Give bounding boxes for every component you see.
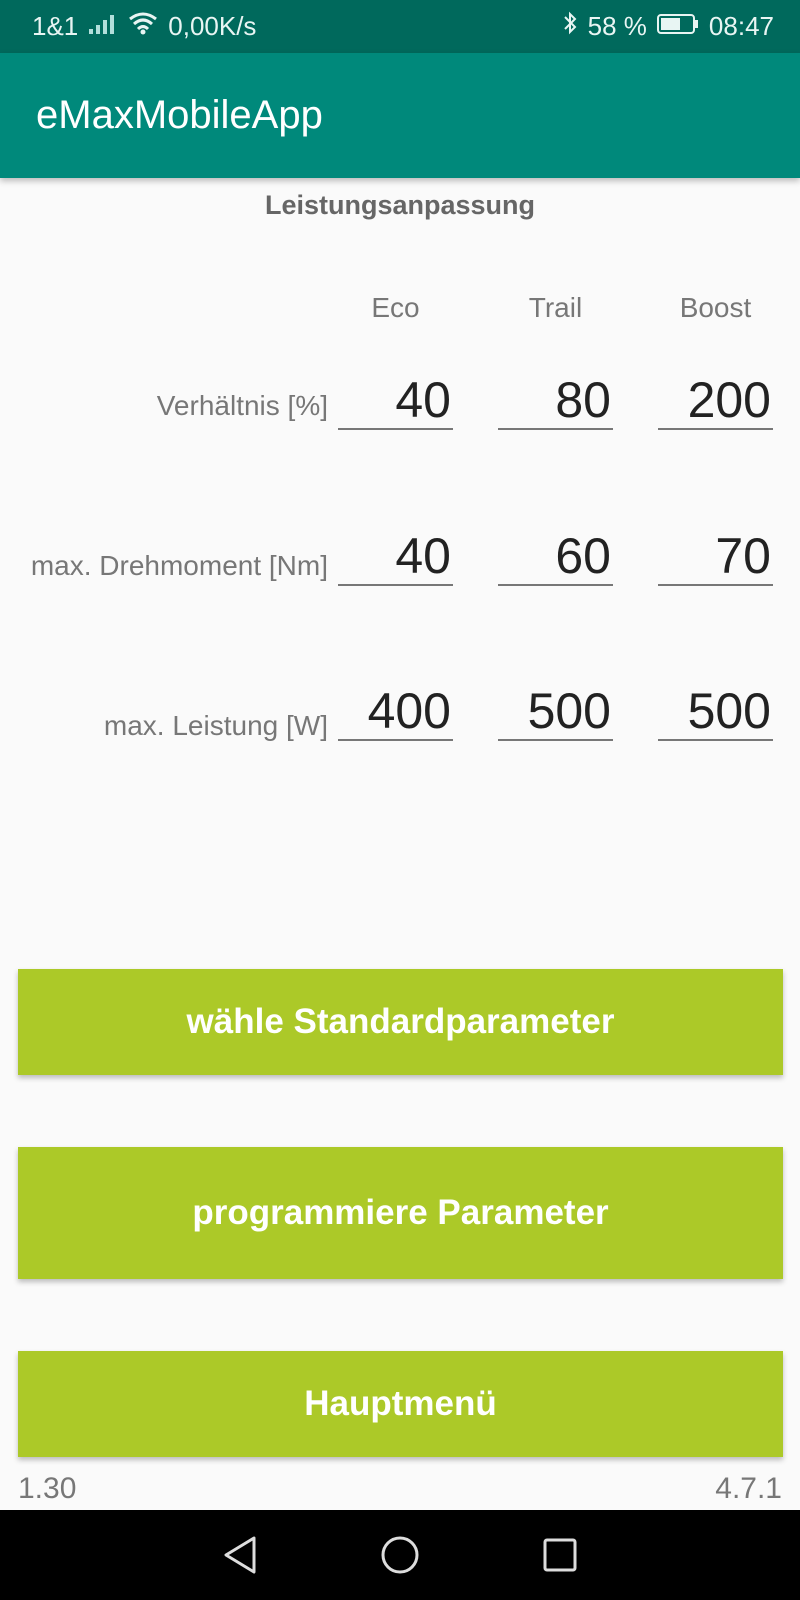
main-menu-label: Hauptmenü bbox=[304, 1384, 497, 1423]
column-header-trail: Trail bbox=[528, 292, 583, 323]
wifi-icon bbox=[128, 11, 158, 42]
torque-eco-input[interactable]: 40 bbox=[338, 528, 453, 586]
bluetooth-icon bbox=[562, 11, 578, 42]
power-eco-input[interactable]: 400 bbox=[338, 683, 453, 741]
row-label-torque: max. Drehmoment [Nm] bbox=[30, 550, 328, 581]
program-parameters-button[interactable]: programmiere Parameter bbox=[18, 1147, 783, 1279]
recents-square-icon bbox=[543, 1538, 577, 1572]
battery-icon bbox=[656, 11, 699, 42]
program-parameters-label: programmiere Parameter bbox=[192, 1193, 609, 1232]
signal-icon bbox=[88, 11, 118, 42]
home-button[interactable] bbox=[375, 1530, 425, 1580]
row-label-power: max. Leistung [W] bbox=[103, 710, 328, 741]
power-boost-input[interactable]: 500 bbox=[658, 683, 773, 741]
carrier-label: 1&1 bbox=[32, 11, 79, 41]
power-trail-input[interactable]: 500 bbox=[498, 683, 613, 741]
torque-boost-input[interactable]: 70 bbox=[658, 528, 773, 586]
network-speed: 0,00K/s bbox=[168, 11, 257, 41]
navigation-bar bbox=[0, 1510, 800, 1600]
standard-parameters-button[interactable]: wähle Standardparameter bbox=[18, 969, 783, 1075]
app-bar: eMaxMobileApp bbox=[0, 53, 800, 178]
status-bar: 1&1 0,00K/s 58 % 08:47 bbox=[0, 0, 800, 53]
row-label-ratio: Verhältnis [%] bbox=[156, 390, 328, 421]
back-triangle-icon bbox=[224, 1536, 256, 1574]
recents-button[interactable] bbox=[535, 1530, 585, 1580]
ratio-eco-input[interactable]: 40 bbox=[338, 372, 453, 430]
standard-parameters-label: wähle Standardparameter bbox=[186, 1002, 615, 1041]
ratio-trail-input[interactable]: 80 bbox=[498, 372, 613, 430]
column-header-eco: Eco bbox=[371, 292, 420, 323]
app-title: eMaxMobileApp bbox=[36, 93, 323, 137]
battery-percent: 58 % bbox=[587, 11, 647, 41]
ratio-boost-input[interactable]: 200 bbox=[658, 372, 773, 430]
footer-version-left: 1.30 bbox=[18, 1472, 77, 1505]
footer-version-right: 4.7.1 bbox=[715, 1472, 782, 1505]
clock: 08:47 bbox=[708, 11, 774, 41]
column-header-boost: Boost bbox=[679, 292, 752, 323]
section-title: Leistungsanpassung bbox=[264, 190, 536, 220]
torque-trail-input[interactable]: 60 bbox=[498, 528, 613, 586]
home-circle-icon bbox=[381, 1536, 419, 1574]
main-menu-button[interactable]: Hauptmenü bbox=[18, 1351, 783, 1457]
back-button[interactable] bbox=[215, 1530, 265, 1580]
